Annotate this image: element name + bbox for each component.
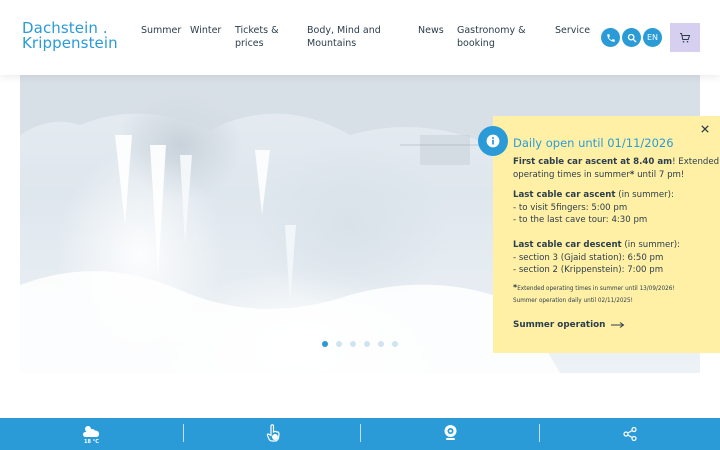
weather-temperature: 18 °C: [84, 439, 99, 445]
cart-button[interactable]: [670, 23, 700, 52]
first-ascent-bold: First cable car ascent at 8.40 am: [513, 157, 673, 167]
last-ascent-heading: Last cable car ascent (in summer):: [513, 189, 674, 202]
slide-dot-5[interactable]: [378, 341, 384, 347]
last-descent-title: Last cable car descent: [513, 240, 622, 250]
arrow-right-icon: [611, 322, 625, 328]
nav-news[interactable]: News: [418, 25, 444, 38]
popup-title: Daily open until 01/11/2026: [513, 136, 674, 150]
toolbar-divider: [360, 424, 361, 442]
info-icon: [486, 134, 500, 148]
opening-hours-popup: Daily open until 01/11/2026 First cable …: [493, 116, 720, 353]
bottom-toolbar: 18 °C: [0, 418, 720, 450]
share-button[interactable]: [623, 426, 637, 445]
slide-dot-6[interactable]: [392, 341, 398, 347]
last-ascent-suffix: (in summer):: [615, 190, 674, 200]
search-button[interactable]: [622, 28, 641, 47]
extended-times-b: until 7 pm!: [634, 169, 685, 180]
first-ascent-line: First cable car ascent at 8.40 am! Exten…: [513, 156, 719, 169]
nav-tickets-prices[interactable]: Tickets & prices: [235, 25, 278, 50]
phone-icon: [606, 33, 615, 42]
webcam-button[interactable]: [443, 424, 458, 445]
site-header: Dachstein . Krippenstein Summer Winter T…: [0, 0, 720, 75]
share-icon: [623, 426, 637, 442]
descent-section-3: - section 3 (Gjaid station): 6:50 pm: [513, 252, 664, 263]
touch-button[interactable]: [266, 424, 280, 446]
summer-operation-note: Summer operation daily until 02/11/2025!: [513, 298, 633, 304]
search-icon: [627, 33, 636, 42]
last-ascent-title: Last cable car ascent: [513, 190, 616, 200]
slide-dot-3[interactable]: [350, 341, 356, 347]
ascent-cave-tour: - to the last cave tour: 4:30 pm: [513, 215, 648, 226]
logo-line-2: Krippenstein: [22, 34, 118, 52]
last-descent-heading: Last cable car descent (in summer):: [513, 239, 680, 252]
toolbar-divider: [539, 424, 540, 442]
cart-icon: [680, 32, 691, 43]
slide-dot-1[interactable]: [322, 341, 328, 347]
first-ascent-rest: ! Extended: [672, 157, 720, 167]
language-selector[interactable]: EN: [643, 28, 662, 47]
nav-body-mind-mountains[interactable]: Body, Mind and Mountains: [307, 25, 381, 50]
summer-operation-link-label: Summer operation: [513, 320, 606, 330]
summer-operation-link[interactable]: Summer operation: [513, 320, 625, 330]
weather-icon: [83, 426, 99, 437]
last-descent-suffix: (in summer):: [621, 240, 681, 250]
close-popup-button[interactable]: [701, 123, 709, 135]
slide-dot-4[interactable]: [364, 341, 370, 347]
phone-button[interactable]: [601, 28, 620, 47]
slide-dot-2[interactable]: [336, 341, 342, 347]
webcam-icon: [444, 425, 457, 440]
extended-times-a: operating times in summer: [513, 169, 630, 180]
info-badge: [478, 126, 508, 156]
nav-service[interactable]: Service: [555, 25, 590, 38]
nav-winter[interactable]: Winter: [190, 25, 221, 38]
toolbar-divider: [183, 424, 184, 442]
ascent-5fingers: - to visit 5fingers: 5:00 pm: [513, 202, 628, 213]
extended-times-note: *Extended operating times in summer unti…: [513, 282, 675, 296]
site-logo[interactable]: Dachstein . Krippenstein: [22, 21, 118, 51]
note-extended: Extended operating times in summer until…: [517, 286, 675, 292]
hand-pointer-icon: [266, 424, 280, 442]
descent-section-2: - section 2 (Krippenstein): 7:00 pm: [513, 265, 664, 276]
close-icon: [701, 125, 709, 133]
nav-summer[interactable]: Summer: [141, 25, 181, 38]
nav-gastronomy-booking[interactable]: Gastronomy & booking: [457, 25, 526, 50]
extended-times-line: operating times in summer* until 7 pm!: [513, 169, 684, 182]
